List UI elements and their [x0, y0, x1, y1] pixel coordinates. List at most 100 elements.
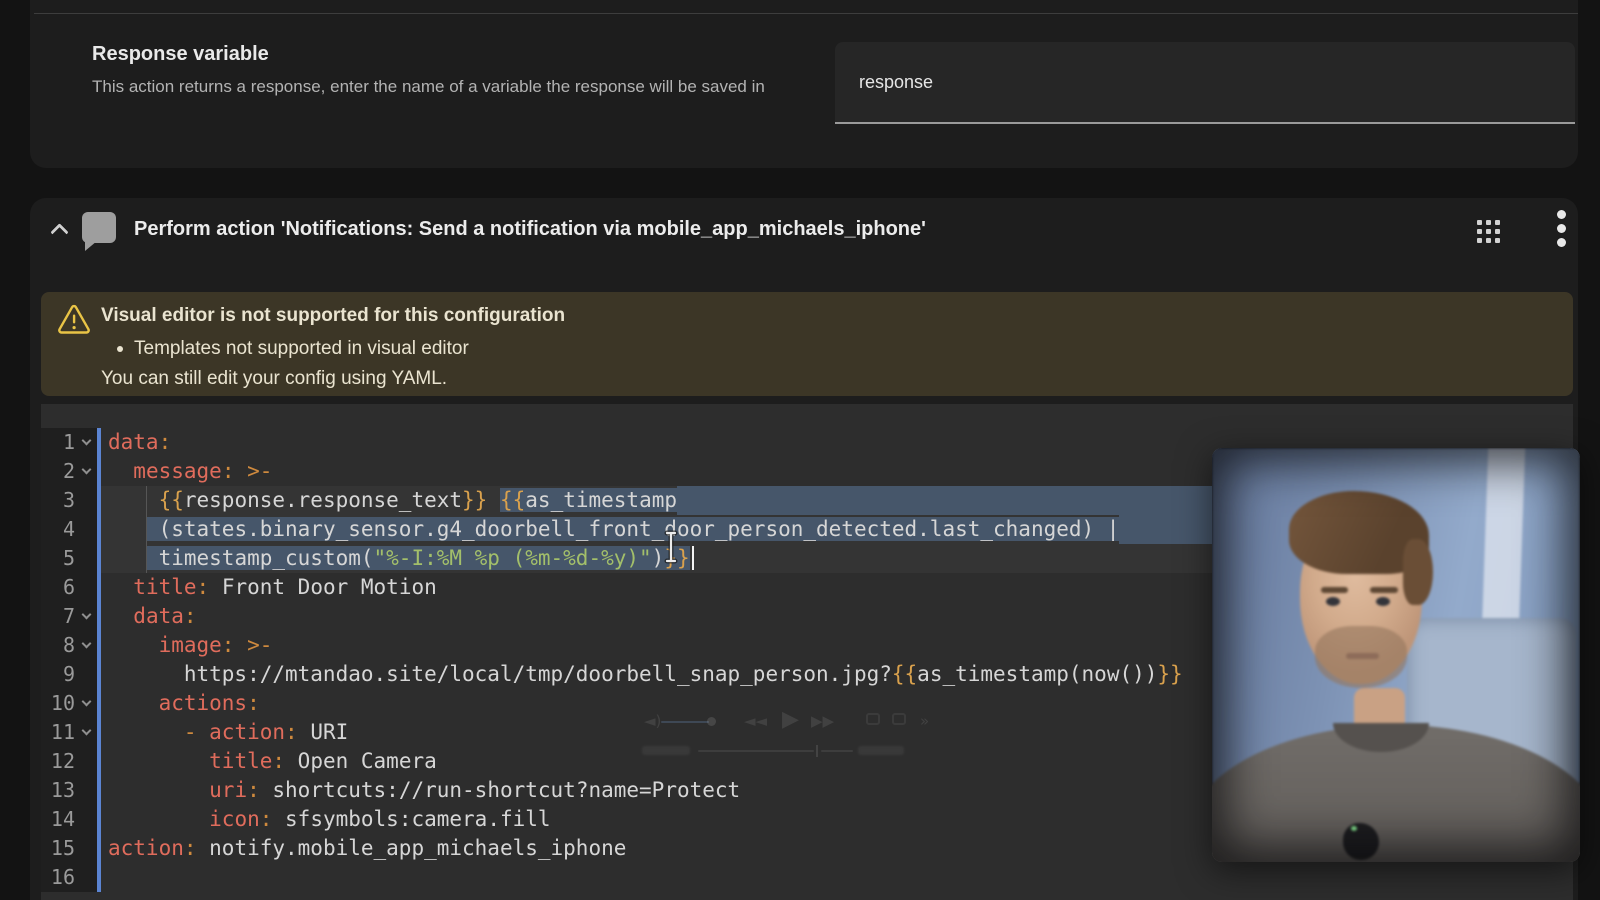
line-number: 1: [62, 430, 75, 454]
code-tokens: action: notify.mobile_app_michaels_iphon…: [108, 836, 627, 860]
response-variable-title: Response variable: [92, 43, 269, 65]
line-number-gutter: 12: [41, 747, 97, 776]
line-number-gutter: 3: [41, 486, 97, 515]
visual-editor-warning: Visual editor is not supported for this …: [41, 292, 1573, 396]
code-line-content[interactable]: [101, 863, 1573, 892]
line-number-gutter: 14: [41, 805, 97, 834]
fold-toggle[interactable]: [75, 689, 97, 718]
line-number: 10: [50, 691, 75, 715]
line-number-gutter: 10: [41, 689, 97, 718]
fold-toggle[interactable]: [75, 602, 97, 631]
fold-toggle[interactable]: [75, 428, 97, 457]
mouse-ibeam-cursor: [664, 530, 678, 564]
code-line[interactable]: 16: [41, 863, 1573, 892]
line-number: 2: [62, 459, 75, 483]
code-tokens: actions:: [158, 691, 260, 715]
warning-footer: You can still edit your config using YAM…: [101, 368, 448, 389]
chevron-down-icon: [81, 435, 91, 446]
line-number-gutter: 13: [41, 776, 97, 805]
line-number-gutter: 6: [41, 573, 97, 602]
line-number: 9: [62, 662, 75, 686]
fold-toggle[interactable]: [75, 631, 97, 660]
code-tokens: icon: sfsymbols:camera.fill: [209, 807, 551, 831]
warning-bullet-item: Templates not supported in visual editor: [117, 338, 469, 360]
warning-title: Visual editor is not supported for this …: [101, 305, 566, 326]
text-caret: [691, 546, 694, 570]
code-tokens: https://mtandao.site/local/tmp/doorbell_…: [108, 662, 1183, 686]
line-number: 8: [62, 633, 75, 657]
response-variable-description: This action returns a response, enter th…: [92, 77, 765, 96]
fold-toggle[interactable]: [75, 457, 97, 486]
response-variable-input[interactable]: response: [835, 42, 1575, 124]
code-tokens: - action: URI: [183, 720, 349, 744]
code-tokens: uri: shortcuts://run-shortcut?name=Prote…: [209, 778, 741, 802]
code-tokens: timestamp_custom("%-I:%M %p (%m-%d-%y)")…: [108, 544, 694, 573]
kebab-icon: [1556, 209, 1566, 247]
comment-icon[interactable]: [82, 212, 116, 251]
webcam-overlay: [1212, 448, 1580, 862]
line-number: 7: [62, 604, 75, 628]
code-tokens: message: >-: [133, 459, 273, 483]
section-divider: [34, 13, 1578, 14]
response-variable-card: Response variable This action returns a …: [30, 0, 1578, 168]
indent-guide: [145, 515, 147, 544]
line-number: 5: [62, 546, 75, 570]
line-number-gutter: 15: [41, 834, 97, 863]
chevron-down-icon: [81, 638, 91, 649]
line-number: 3: [62, 488, 75, 512]
code-tokens: title: Front Door Motion: [133, 575, 437, 599]
chevron-down-icon: [81, 696, 91, 707]
drag-handle-button[interactable]: [1471, 214, 1505, 248]
line-number-gutter: 2: [41, 457, 97, 486]
chevron-up-icon: [49, 222, 69, 242]
response-variable-input-value: response: [859, 71, 934, 92]
line-number: 6: [62, 575, 75, 599]
code-tokens: title: Open Camera: [209, 749, 437, 773]
indent-guide: [145, 544, 147, 573]
code-tokens: data:: [108, 430, 172, 454]
warning-triangle-icon: [58, 304, 90, 334]
automation-editor-page: Response variable This action returns a …: [0, 0, 1600, 900]
line-number: 15: [50, 836, 75, 860]
line-number: 13: [50, 778, 75, 802]
code-tokens: (states.binary_sensor.g4_doorbell_front_…: [145, 517, 1120, 541]
grid-dots-icon: [1476, 219, 1500, 243]
webcam-vignette: [1212, 448, 1580, 862]
line-number: 16: [50, 865, 75, 889]
line-number: 11: [50, 720, 75, 744]
line-number: 14: [50, 807, 75, 831]
line-number-gutter: 8: [41, 631, 97, 660]
code-tokens: image: >-: [158, 633, 273, 657]
bullet-dot: [117, 346, 123, 352]
action-card-title: Perform action 'Notifications: Send a no…: [134, 218, 926, 240]
line-number-gutter: 1: [41, 428, 97, 457]
overflow-menu-button[interactable]: [1544, 209, 1578, 247]
line-number: 12: [50, 749, 75, 773]
line-number-gutter: 7: [41, 602, 97, 631]
line-number-gutter: 5: [41, 544, 97, 573]
warning-bullet-text: Templates not supported in visual editor: [134, 338, 469, 359]
code-tokens: {{response.response_text}} {{as_timestam…: [158, 488, 677, 512]
line-number: 4: [62, 517, 75, 541]
line-number-gutter: 9: [41, 660, 97, 689]
chevron-down-icon: [81, 609, 91, 620]
chevron-down-icon: [81, 725, 91, 736]
line-number-gutter: 11: [41, 718, 97, 747]
indent-guide: [145, 486, 147, 515]
line-number-gutter: 4: [41, 515, 97, 544]
code-tokens: data:: [133, 604, 197, 628]
fold-toggle[interactable]: [75, 718, 97, 747]
chevron-down-icon: [81, 464, 91, 475]
action-card-header: Perform action 'Notifications: Send a no…: [30, 198, 1578, 264]
collapse-button[interactable]: [42, 212, 76, 246]
